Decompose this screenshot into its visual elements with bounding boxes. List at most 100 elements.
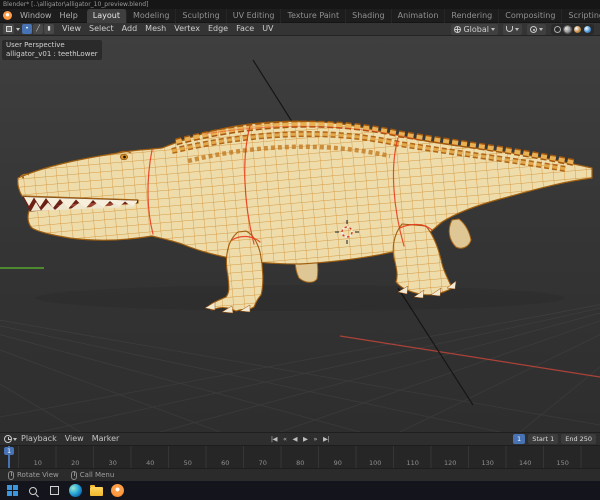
blender-logo-icon[interactable] [3,11,12,20]
workspace-tab[interactable]: Sculpting [176,8,227,23]
blender-app-icon [110,484,124,497]
shading-material-icon[interactable] [574,25,581,33]
proportional-edit-icon [530,25,537,33]
workspace-tab[interactable]: UV Editing [227,8,282,23]
editor-type-icon[interactable] [3,24,14,34]
3d-scene [0,59,600,432]
next-keyframe-button[interactable]: » [311,433,320,446]
frame-label[interactable]: 90 [319,459,357,467]
workspace-tab[interactable]: Layout [86,8,127,23]
workspace-tab[interactable]: Modeling [127,8,177,23]
shading-solid-icon[interactable] [563,24,572,34]
workspace-tab[interactable]: Compositing [499,8,563,23]
blender-window: Blender* [..\alligator\alligator_10_prev… [0,0,600,500]
viewport-shading-group [551,23,594,35]
shading-rendered-icon[interactable] [584,25,591,33]
play-button[interactable]: ▶ [300,433,311,446]
viewport-menu-item[interactable]: View [58,22,85,36]
viewport-menu-item[interactable]: Mesh [141,22,170,36]
timeline-menu-item[interactable]: Marker [88,432,124,446]
frame-label[interactable]: 50 [169,459,207,467]
frame-end-field[interactable]: End 250 [561,434,596,444]
workspace-tabs: Layout Modeling Sculpting UV Editing Texture… [86,8,600,23]
topbar-menu-item[interactable]: Window [16,9,56,23]
status-hint-label: Call Menu [79,471,115,479]
topbar-menu-item[interactable]: Help [56,9,82,23]
status-hint-label: Rotate View [17,471,59,479]
x-axis-line [339,335,600,378]
jump-start-button[interactable]: |◀ [268,433,280,446]
windows-logo-icon [6,485,18,496]
magnet-icon [506,26,513,32]
viewport-menu-item[interactable]: Edge [204,22,232,36]
viewport-info-overlay: User Perspective alligator_v01 : teethLo… [2,40,102,60]
frame-label[interactable]: 80 [282,459,320,467]
workspace-tab[interactable]: Animation [392,8,446,23]
workspace-tab[interactable]: Scripting [562,9,600,23]
clock-icon[interactable] [4,435,12,443]
search-button[interactable] [26,484,40,498]
windows-taskbar [0,481,600,500]
3d-viewport[interactable]: User Perspective alligator_v01 : teethLo… [0,36,600,432]
folder-icon [89,485,103,496]
select-mode-button[interactable]: ╱ [33,24,43,34]
frame-label[interactable]: 10 [19,459,57,467]
timeline-menu-item[interactable]: View [61,432,88,446]
viewport-menu-item[interactable]: Vertex [170,22,204,36]
chevron-down-icon [491,27,495,31]
alligator-body [17,120,593,265]
playhead-frame-badge[interactable]: 1 [4,447,15,455]
frame-start-field[interactable]: Start 1 [528,434,559,444]
frame-label[interactable]: 150 [544,459,582,467]
view-name: User Perspective [6,41,65,49]
frame-label[interactable]: 130 [469,459,507,467]
proportional-editing-toggle[interactable] [527,23,546,35]
frame-label[interactable]: 70 [244,459,282,467]
frame-label[interactable]: 110 [394,459,432,467]
workspace-tab[interactable]: Rendering [445,8,500,23]
viewport-menu-item[interactable]: Select [85,22,118,36]
frame-label[interactable]: 30 [94,459,132,467]
ground-shadow [35,285,565,311]
edge-taskbar-button[interactable] [68,484,82,498]
blender-taskbar-button[interactable] [110,484,124,498]
timeline-menu-item[interactable]: Playback [17,432,61,446]
viewport-menu-item[interactable]: Add [118,22,142,36]
frame-label[interactable]: 100 [357,459,395,467]
current-frame-field[interactable]: 1 [513,434,526,444]
prev-keyframe-button[interactable]: « [280,433,289,446]
mouse-icon [8,470,14,480]
search-icon [29,486,37,495]
alligator-model[interactable] [17,120,593,314]
viewport-header-right: Global [451,23,597,35]
active-object-name: alligator_v01 : teethLower [6,50,98,58]
viewport-menu-item[interactable]: UV [258,22,277,36]
viewport-menus: View Select Add Mesh Vertex Edge Face UV [58,22,278,36]
globe-icon [454,25,462,33]
workspace-tab[interactable]: Shading [346,8,392,23]
mouse-icon [70,470,77,480]
snap-toggle[interactable] [503,23,522,35]
frame-label[interactable]: 140 [507,459,545,467]
task-view-icon [49,486,59,495]
timeline-ruler[interactable]: 10 20 30 40 50 60 70 80 90 100 110 120 130 140 150 1 [0,445,600,468]
select-mode-button[interactable]: • [22,24,32,34]
play-reverse-button[interactable]: ◀ [290,433,301,446]
frame-label[interactable]: 60 [207,459,245,467]
far-rear-leg [448,218,472,249]
edit-mode-cube-icon [5,26,12,32]
chevron-down-icon [16,27,20,31]
viewport-menu-item[interactable]: Face [232,22,258,36]
file-explorer-button[interactable] [89,484,103,498]
timeline-menus: Playback View Marker [17,432,123,446]
start-button[interactable] [5,484,19,498]
workspace-tab[interactable]: Texture Paint [281,8,347,23]
transform-orientation-dropdown[interactable]: Global [451,23,498,35]
jump-end-button[interactable]: ▶| [320,433,332,446]
frame-label[interactable]: 40 [132,459,170,467]
frame-label[interactable]: 120 [432,459,470,467]
shading-wireframe-icon[interactable] [554,25,561,33]
task-view-button[interactable] [47,484,61,498]
frame-label[interactable]: 20 [57,459,95,467]
select-mode-button[interactable]: ▮ [44,24,54,34]
